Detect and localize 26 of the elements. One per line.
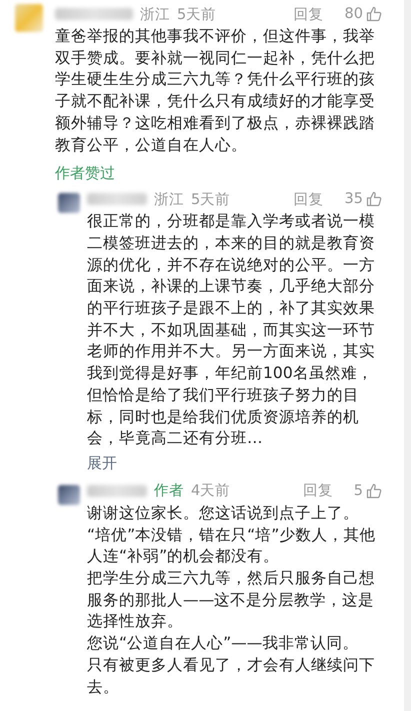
like-count: 35	[344, 191, 363, 208]
reply-link[interactable]: 回复	[294, 190, 324, 209]
thumbs-up-icon[interactable]	[366, 191, 382, 208]
thumbs-up-icon[interactable]	[366, 6, 382, 22]
comment-text: 您说“公道自在人心”——我非常认同。	[87, 633, 360, 654]
reply-link[interactable]: 回复	[294, 4, 324, 24]
avatar[interactable]	[58, 193, 80, 214]
expand-link[interactable]: 展开	[87, 454, 382, 473]
location-text: 浙江	[140, 6, 170, 24]
author-tag: 作者	[154, 481, 184, 500]
comment-text: “培优”本没错，错在只“培”少数人，其他人连“补弱”的机会都没有。	[87, 524, 376, 568]
reply-link[interactable]: 回复	[302, 481, 333, 500]
comment-text: 很正常的，分班都是靠入学考或者说一模二模签班进去的，本来的目的就是教育资源的优化，并不存在说绝对的公平。一方面来说，补课的上课节奏，几乎绝大部分的平行班孩子是跟不上的，补了其实效果并不大，不如巩固基础，而其实这一环节老师的作用并不大。另一方面来说，其实我到觉得是好事，年纪前100名虽然难，但恰恰是给了我们平行班孩子努力的目标，同时也是给我们优质资源培养的机会，毕竟高二还有分班…	[87, 211, 376, 450]
timestamp: 5天前	[191, 190, 230, 209]
thumbs-up-icon[interactable]	[366, 482, 382, 499]
like-count: 5	[354, 482, 363, 499]
like-count: 80	[344, 6, 363, 22]
comment-text: 谢谢这位家长。您这话说到点子上了。	[87, 502, 360, 524]
comment-text: 只有被更多人看见了，才会有人继续问下去。	[87, 654, 376, 698]
author-liked-label: 作者赞过	[55, 164, 116, 184]
comment-text: 把学生分成三六九等，然后只服务自己想服务的那批人——这不是分层教学，这是选择性放弃。	[87, 568, 376, 632]
location-text: 浙江	[154, 190, 184, 209]
avatar[interactable]	[58, 484, 80, 505]
timestamp: 5天前	[177, 6, 216, 24]
comment-text: 童爸举报的其他事我不评价，但这件事，我举双手赞成。要补就一视同仁一起补，凭什么把学生硬生生分成三六九等？凭什么平行班的孩子就不配补课，凭什么只有成绩好的才能享受额外辅导？这吃相难看到了极点，赤裸裸践踏教育公平，公道自在人心。	[55, 26, 376, 156]
timestamp: 4天前	[191, 482, 230, 500]
